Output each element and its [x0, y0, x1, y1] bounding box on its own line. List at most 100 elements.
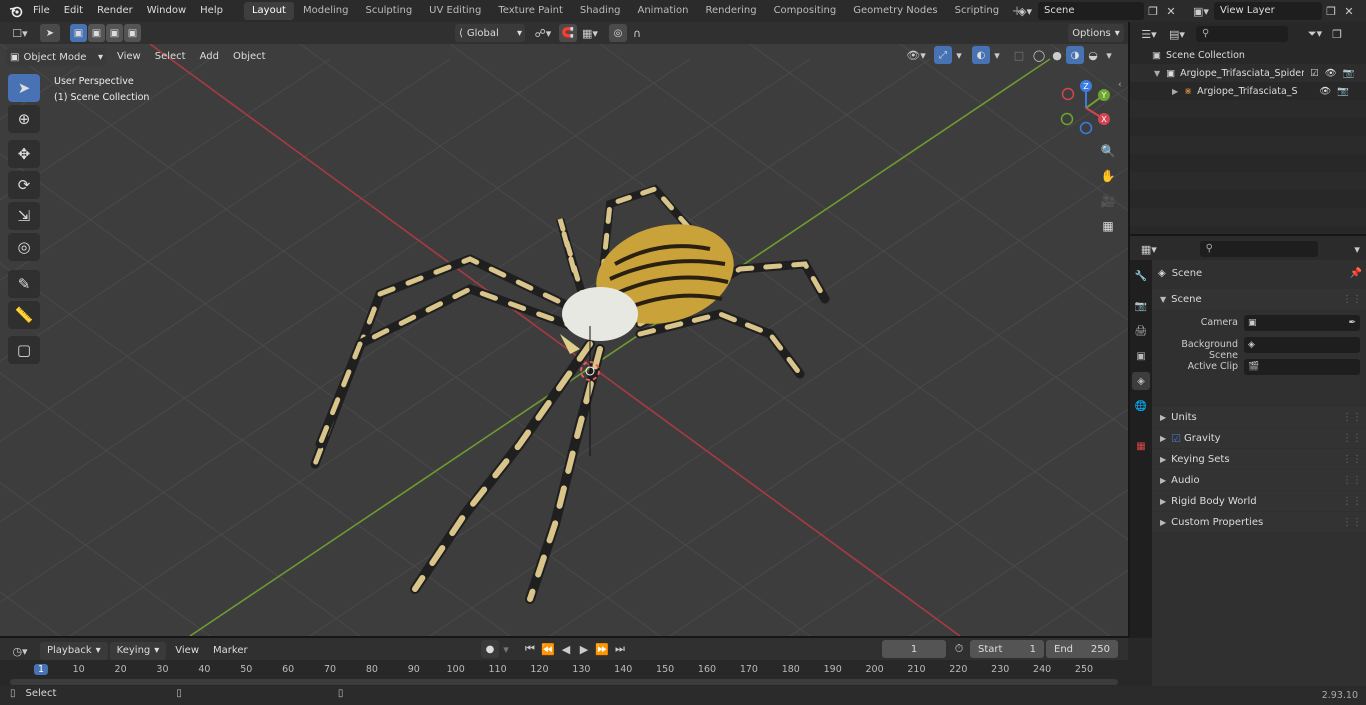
select-tool-icon[interactable]: ➤	[40, 24, 60, 42]
render-camera-icon[interactable]: 📷	[1343, 68, 1355, 79]
menu-edit[interactable]: Edit	[57, 0, 90, 22]
tab-shading[interactable]: Shading	[572, 2, 629, 20]
panel-keying-sets[interactable]: ▶ Keying Sets ⋮⋮	[1152, 449, 1366, 469]
world-tab-icon[interactable]: 🌐	[1132, 397, 1150, 415]
eye-icon[interactable]: 👁	[1319, 86, 1331, 97]
drag-handle-icon[interactable]: ⋮⋮	[1342, 294, 1362, 305]
active-clip-field[interactable]: 🎬	[1244, 359, 1360, 375]
stopwatch-icon[interactable]: ⏱	[950, 640, 968, 658]
rendered-shading-icon[interactable]: ◒	[1084, 46, 1102, 64]
menu-file[interactable]: File	[26, 0, 57, 22]
properties-editor-icon[interactable]: ▦▾	[1136, 240, 1162, 258]
expand-arrow-icon[interactable]: ▼	[1154, 69, 1160, 78]
snap-target-icon[interactable]: ▦▾	[577, 24, 603, 42]
pivot-point-icon[interactable]: ☍▾	[529, 24, 557, 42]
tab-layout[interactable]: Layout	[243, 2, 294, 20]
tab-sculpting[interactable]: Sculpting	[357, 2, 420, 20]
tab-geometry-nodes[interactable]: Geometry Nodes	[845, 2, 945, 20]
jump-start-icon[interactable]: ⏮	[521, 640, 539, 658]
drag-handle-icon[interactable]: ⋮⋮	[1342, 433, 1362, 444]
view-layer-tab-icon[interactable]: ▣	[1132, 347, 1150, 365]
texture-tab-icon[interactable]: ▦	[1132, 437, 1150, 455]
tab-animation[interactable]: Animation	[630, 2, 697, 20]
timeline-menu-marker[interactable]: Marker	[206, 640, 255, 662]
tab-modeling[interactable]: Modeling	[295, 2, 357, 20]
pin-icon[interactable]: 📌	[1350, 268, 1362, 279]
next-keyframe-icon[interactable]: ⏩	[593, 640, 611, 658]
tab-rendering[interactable]: Rendering	[697, 2, 764, 20]
output-tab-icon[interactable]: 🖨	[1132, 322, 1150, 340]
new-scene-icon[interactable]: ❐	[1144, 2, 1162, 20]
menu-window[interactable]: Window	[140, 0, 193, 22]
outliner-object-row[interactable]: ▶ ⋇ Argiope_Trifasciata_Spider 👁 📷	[1130, 82, 1366, 100]
timeline-menu-view[interactable]: View	[168, 640, 206, 662]
gravity-checkbox[interactable]: ☑	[1171, 432, 1181, 445]
drag-handle-icon[interactable]: ⋮⋮	[1342, 454, 1362, 465]
new-collection-icon[interactable]: ❐	[1328, 25, 1346, 43]
add-cube-tool-icon[interactable]: ▢	[8, 336, 40, 364]
camera-field[interactable]: ▣ ✒	[1244, 315, 1360, 331]
render-tab-icon[interactable]: 📷	[1132, 297, 1150, 315]
end-frame-field[interactable]: End 250	[1046, 640, 1118, 658]
play-reverse-icon[interactable]: ◀	[557, 640, 575, 658]
viewport-menu-view[interactable]: View	[110, 46, 148, 68]
annotate-tool-icon[interactable]: ✎	[8, 270, 40, 298]
mode-dropdown[interactable]: ▣ Object Mode ▾	[6, 48, 106, 66]
pan-hand-icon[interactable]: ✋	[1097, 165, 1119, 187]
snap-toggle-icon[interactable]: 🧲	[559, 24, 577, 42]
outliner-collection-row[interactable]: ▼ ▣ Argiope_Trifasciata_Spider ☑ 👁 📷	[1130, 64, 1366, 82]
expand-arrow-icon[interactable]: ▶	[1172, 87, 1178, 96]
navigation-gizmo[interactable]: Z Y X	[1054, 76, 1118, 140]
options-dropdown[interactable]: Options ▾	[1068, 24, 1124, 42]
timeline-menu-keying[interactable]: Keying ▾	[109, 642, 167, 660]
panel-custom-properties[interactable]: ▶ Custom Properties ⋮⋮	[1152, 512, 1366, 532]
jump-end-icon[interactable]: ⏭	[611, 640, 629, 658]
start-frame-field[interactable]: Start 1	[970, 640, 1044, 658]
scale-tool-icon[interactable]: ⇲	[8, 202, 40, 230]
view-layer-icon[interactable]: ▣▾	[1188, 2, 1214, 20]
background-scene-field[interactable]: ◈	[1244, 337, 1360, 353]
proportional-edit-icon[interactable]: ◎	[609, 24, 627, 42]
drag-handle-icon[interactable]: ⋮⋮	[1342, 412, 1362, 423]
outliner-search-input[interactable]: ⚲	[1196, 26, 1288, 42]
display-mode-icon[interactable]: ▤▾	[1164, 25, 1190, 43]
panel-units[interactable]: ▶ Units ⋮⋮	[1152, 407, 1366, 427]
prev-keyframe-icon[interactable]: ⏪	[539, 640, 557, 658]
chevron-down-icon[interactable]: ▾	[990, 46, 1004, 64]
tab-uv-editing[interactable]: UV Editing	[421, 2, 489, 20]
viewport-menu-object[interactable]: Object	[226, 46, 273, 68]
new-view-layer-icon[interactable]: ❐	[1322, 2, 1340, 20]
chevron-down-icon[interactable]: ▾	[1348, 240, 1366, 258]
scene-icon[interactable]: ◈▾	[1012, 2, 1038, 20]
timeline-menu-playback[interactable]: Playback ▾	[40, 642, 108, 660]
falloff-icon[interactable]: ∩	[627, 24, 647, 42]
perspective-grid-icon[interactable]: ▦	[1097, 215, 1119, 237]
xray-toggle-icon[interactable]: □	[1010, 46, 1028, 64]
select-invert-icon[interactable]: ▣	[124, 24, 141, 42]
timeline-editor-icon[interactable]: ◷▾	[6, 642, 34, 660]
3d-viewport[interactable]: ▣ Object Mode ▾ View Select Add Object 👁▾ ⤢…	[0, 44, 1128, 636]
select-subtract-icon[interactable]: ▣	[106, 24, 123, 42]
scene-name-field[interactable]: Scene	[1038, 2, 1144, 20]
transform-tool-icon[interactable]: ◎	[8, 233, 40, 261]
current-frame-indicator[interactable]: 1	[33, 664, 49, 675]
select-extend-icon[interactable]: ▣	[88, 24, 105, 42]
menu-help[interactable]: Help	[193, 0, 230, 22]
zoom-icon[interactable]: 🔍	[1097, 140, 1119, 162]
tab-texture-paint[interactable]: Texture Paint	[490, 2, 571, 20]
drag-handle-icon[interactable]: ⋮⋮	[1342, 475, 1362, 486]
eye-icon[interactable]: 👁	[1325, 68, 1337, 79]
viewport-menu-select[interactable]: Select	[148, 46, 193, 68]
drag-handle-icon[interactable]: ⋮⋮	[1342, 496, 1362, 507]
panel-audio[interactable]: ▶ Audio ⋮⋮	[1152, 470, 1366, 490]
tab-scripting[interactable]: Scripting	[947, 2, 1007, 20]
transform-orientation-dropdown[interactable]: ⟨ Global ▾	[455, 24, 525, 42]
measure-tool-icon[interactable]: 📏	[8, 301, 40, 329]
tab-compositing[interactable]: Compositing	[766, 2, 845, 20]
drag-handle-icon[interactable]: ⋮⋮	[1342, 517, 1362, 528]
panel-gravity[interactable]: ▶ ☑ Gravity ⋮⋮	[1152, 428, 1366, 448]
viewport-menu-add[interactable]: Add	[193, 46, 226, 68]
cursor-tool-icon[interactable]: ⊕	[8, 105, 40, 133]
scene-tab-icon[interactable]: ◈	[1132, 372, 1150, 390]
wireframe-shading-icon[interactable]: ◯	[1030, 46, 1048, 64]
